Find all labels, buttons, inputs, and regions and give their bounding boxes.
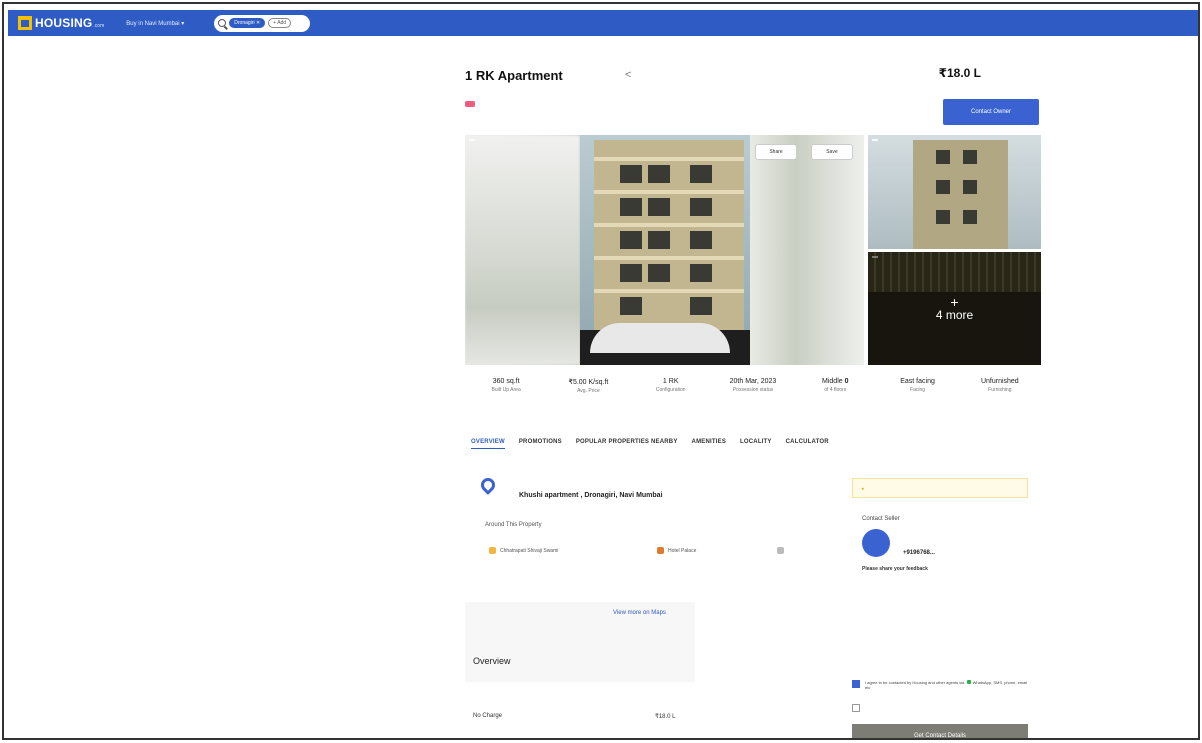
overview-value-left: No Charge [473, 713, 503, 719]
stat-facing: East facing Facing [876, 378, 958, 394]
save-button-label: Save [826, 149, 838, 155]
share-icon[interactable]: < [625, 69, 631, 81]
stat-furnishing: Unfurnished Furnishing [959, 378, 1041, 394]
stat-value: 20th Mar, 2023 [729, 378, 777, 385]
around-item: Chhatrapati Shivaji Swami [489, 547, 570, 554]
overview-heading: Overview [473, 656, 511, 666]
stat-value: 360 sq.ft [492, 378, 520, 385]
tab-overview[interactable]: OVERVIEW [471, 439, 505, 449]
search-locality-chip[interactable]: Dronagiri ✕ [229, 18, 266, 28]
consent-checkbox[interactable] [852, 680, 860, 688]
share-photo-button[interactable]: Share [755, 144, 797, 160]
tab-calculator[interactable]: CALCULATOR [786, 439, 829, 449]
logo-suffix: .com [93, 22, 105, 29]
more-photos-label: 4 more [935, 307, 974, 322]
top-navigation-bar: HOUSING .com Buy in Navi Mumbai ▾ Dronag… [8, 10, 1198, 36]
stat-label: Built Up Area [491, 387, 521, 393]
share-feedback-note: Please share your feedback [862, 566, 928, 572]
side-photo-tag-exterior [872, 139, 878, 141]
side-photo-exterior[interactable] [868, 135, 1041, 249]
stat-label: Configuration [655, 387, 686, 393]
stat-floor: Middle 0 of 4 floors [794, 378, 876, 394]
tab-popular-properties[interactable]: POPULAR PROPERTIES NEARBY [576, 439, 678, 449]
section-tabs: OVERVIEW PROMOTIONS POPULAR PROPERTIES N… [471, 439, 829, 449]
photo-blur-right [750, 135, 864, 365]
property-price: ₹18.0 L [938, 66, 981, 80]
seller-phone[interactable]: +9196768... [903, 550, 935, 556]
stat-value: 1 RK [662, 378, 679, 385]
share-button-label: Share [769, 149, 783, 155]
main-photo-tag [469, 139, 475, 141]
tab-promotions[interactable]: PROMOTIONS [519, 439, 562, 449]
photo-blur-left [465, 135, 580, 365]
location-name: Khushi apartment , Dronagiri, Navi Mumba… [519, 492, 663, 499]
location-pin-icon [478, 475, 498, 495]
promo-banner: ★ [852, 478, 1028, 498]
search-input[interactable]: Dronagiri ✕ + Add [214, 14, 311, 32]
around-item [777, 547, 788, 554]
consent-text-line1: I agree to be contacted by Housing and o… [865, 680, 965, 685]
around-item-name: Chhatrapati Shivaji Swami [500, 547, 559, 554]
overview-price: ₹18.0 L [655, 714, 676, 720]
stat-value: Middle 0 [794, 378, 876, 385]
stat-label: Furnishing [988, 387, 1012, 393]
plus-icon: + [950, 293, 959, 310]
around-item-name: Hotel Palace [668, 547, 697, 554]
stat-built-up-area: 360 sq.ft Built Up Area [465, 378, 547, 394]
stat-label: of 4 floors [824, 387, 847, 393]
stat-value: East facing [900, 378, 935, 385]
housing-logo[interactable]: HOUSING .com [18, 16, 104, 30]
contact-seller-title: Contact Seller [862, 516, 900, 522]
overview-value-right: ₹18.0 L [655, 713, 680, 720]
get-contact-details-button[interactable]: Get Contact Details [852, 724, 1028, 738]
around-item: Hotel Palace [657, 547, 708, 554]
whatsapp-icon [966, 680, 971, 684]
logo-mark-icon [18, 16, 32, 30]
map-card[interactable]: View more on Maps [465, 602, 695, 682]
rera-badge [465, 101, 475, 107]
home-loan-checkbox[interactable] [852, 704, 860, 712]
photo-gallery: Share Save + 4 more [465, 135, 1041, 365]
stat-value: ₹5.00 K/sq.ft [568, 379, 609, 386]
around-property-title: Around This Property [485, 522, 542, 528]
more-photos-overlay[interactable]: + 4 more [868, 252, 1041, 365]
stat-possession: 20th Mar, 2023 Possession status [712, 378, 794, 394]
building-photo [580, 135, 750, 365]
consent-contact[interactable]: I agree to be contacted by Housing and o… [852, 680, 1028, 690]
consent-home-loans[interactable] [852, 704, 1028, 712]
add-locality-button[interactable]: + Add [268, 18, 292, 28]
search-icon [218, 19, 227, 27]
stat-label: Avg. Price [577, 388, 600, 394]
stat-avg-price: ₹5.00 K/sq.ft Avg. Price [547, 378, 629, 394]
tab-amenities[interactable]: AMENITIES [692, 439, 726, 449]
stat-configuration: 1 RK Configuration [630, 378, 712, 394]
save-button[interactable]: Save [811, 144, 853, 160]
browser-frame: HOUSING .com Buy in Navi Mumbai ▾ Dronag… [2, 2, 1200, 740]
stat-value: Unfurnished [980, 378, 1019, 385]
tab-locality[interactable]: LOCALITY [740, 439, 772, 449]
star-icon: ★ [861, 485, 865, 491]
stat-label: Facing [910, 387, 926, 393]
page-title: 1 RK Apartment [465, 68, 563, 83]
stat-floor-value: Middle [822, 378, 843, 385]
city-dropdown[interactable]: Buy in Navi Mumbai ▾ [126, 20, 184, 27]
avatar [862, 529, 890, 557]
stat-label: Possession status [732, 387, 774, 393]
logo-text: HOUSING [35, 16, 93, 30]
view-on-maps-link[interactable]: View more on Maps [613, 610, 666, 616]
landmark-icon [657, 547, 664, 554]
stat-floor-number: 0 [844, 378, 849, 385]
side-photo-more[interactable]: + 4 more [868, 252, 1041, 365]
location-card: Khushi apartment , Dronagiri, Navi Mumba… [465, 465, 845, 575]
landmark-icon [489, 547, 496, 554]
main-photo[interactable]: Share Save [465, 135, 864, 365]
landmark-icon [777, 547, 784, 554]
property-stats: 360 sq.ft Built Up Area ₹5.00 K/sq.ft Av… [465, 378, 1041, 394]
contact-owner-button[interactable]: Contact Owner [943, 99, 1039, 125]
consent-text: I agree to be contacted by Housing and o… [865, 680, 1028, 690]
